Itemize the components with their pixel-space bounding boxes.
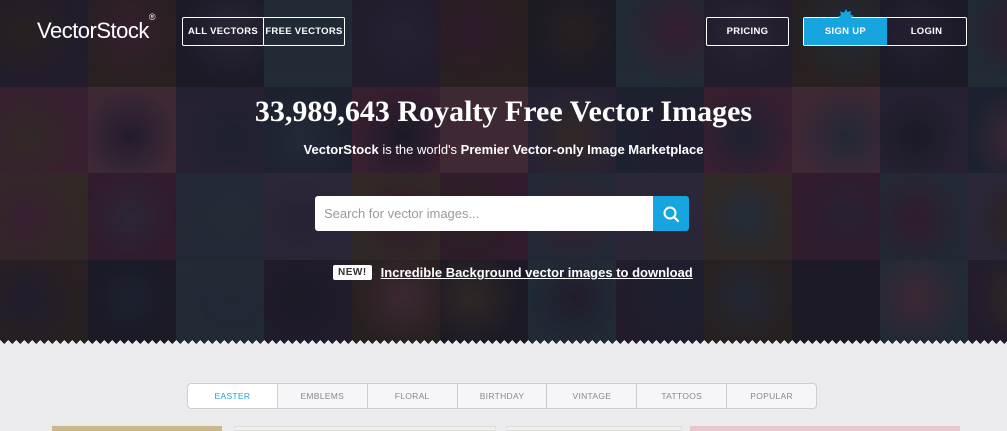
tab-vintage[interactable]: VINTAGE bbox=[547, 384, 638, 408]
hero-overlay bbox=[0, 0, 1007, 345]
search-icon bbox=[663, 206, 680, 222]
thumbnail-strip bbox=[0, 426, 1007, 431]
logo-text: VectorStock bbox=[37, 18, 149, 43]
vector-nav-group: ALL VECTORS FREE VECTORS bbox=[182, 17, 345, 46]
sign-up-button[interactable]: SIGN UP bbox=[804, 9, 887, 45]
logo-mark: ® bbox=[148, 11, 156, 22]
hero-banner: VectorStock® ALL VECTORS FREE VECTORS PR… bbox=[0, 0, 1007, 345]
category-tabs: EASTER EMBLEMS FLORAL BIRTHDAY VINTAGE TATTOO… bbox=[187, 383, 817, 409]
free-vectors-button[interactable]: FREE VECTORS bbox=[264, 18, 344, 45]
thumbnail[interactable] bbox=[52, 426, 222, 431]
tab-floral[interactable]: FLORAL bbox=[368, 384, 458, 408]
promo-banner: NEW! Incredible Background vector images… bbox=[333, 265, 693, 280]
thumbnail[interactable] bbox=[690, 426, 960, 431]
page-headline: 33,989,643 Royalty Free Vector Images bbox=[254, 95, 753, 128]
thumbnail[interactable] bbox=[234, 426, 496, 431]
page-subheadline: VectorStock is the world's Premier Vecto… bbox=[0, 142, 1007, 157]
pricing-button[interactable]: PRICING bbox=[706, 17, 789, 46]
sign-up-label: SIGN UP bbox=[824, 26, 867, 37]
thumbnail[interactable] bbox=[506, 426, 682, 431]
all-vectors-button[interactable]: ALL VECTORS bbox=[183, 18, 264, 45]
tab-emblems[interactable]: EMBLEMS bbox=[278, 384, 368, 408]
new-badge: NEW! bbox=[333, 265, 372, 280]
search-input[interactable] bbox=[315, 196, 653, 231]
hero-zigzag-edge bbox=[0, 340, 1007, 348]
subheadline-text: is the world's bbox=[378, 142, 461, 157]
login-button[interactable]: LOGIN bbox=[887, 18, 966, 45]
tab-popular[interactable]: POPULAR bbox=[727, 384, 816, 408]
subheadline-strong: Premier Vector-only Image Marketplace bbox=[460, 142, 704, 157]
site-logo[interactable]: VectorStock® bbox=[37, 12, 156, 44]
promo-link[interactable]: Incredible Background vector images to d… bbox=[381, 265, 693, 280]
search-bar bbox=[315, 196, 689, 231]
subheadline-brand: VectorStock bbox=[303, 142, 379, 157]
starburst-icon bbox=[838, 9, 854, 25]
auth-group: SIGN UP LOGIN bbox=[803, 9, 967, 46]
tab-easter[interactable]: EASTER bbox=[188, 384, 278, 408]
search-button[interactable] bbox=[653, 196, 689, 231]
tab-tattoos[interactable]: TATTOOS bbox=[637, 384, 728, 408]
tab-birthday[interactable]: BIRTHDAY bbox=[458, 384, 548, 408]
